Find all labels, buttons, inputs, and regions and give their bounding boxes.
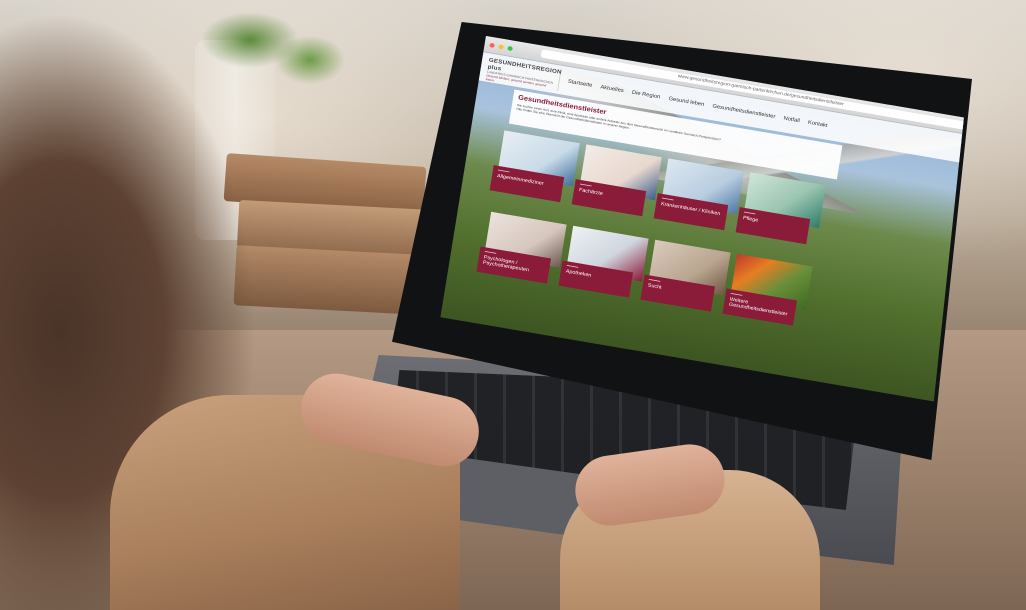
category-tile[interactable]: Apotheken: [558, 225, 649, 305]
close-dot-icon[interactable]: [489, 42, 495, 48]
nav-item[interactable]: Die Region: [632, 90, 661, 100]
nav-item[interactable]: Notfall: [783, 115, 800, 123]
category-tile[interactable]: Fachärzte: [571, 144, 662, 223]
category-tile[interactable]: Weitere Gesundheitsdienstleister: [722, 253, 813, 333]
nav-item[interactable]: Startseite: [568, 79, 593, 88]
category-tile[interactable]: Pflege: [735, 172, 826, 251]
website: www.gesundheitsregion-garmisch-partenkir…: [440, 36, 968, 407]
category-tile[interactable]: Krankenhäuser / Kliniken: [653, 158, 744, 237]
nav-item[interactable]: Gesundheitsdienstleister: [712, 103, 776, 119]
category-tile[interactable]: Sucht: [640, 239, 731, 319]
minimize-dot-icon[interactable]: [498, 43, 504, 50]
nav-item[interactable]: Kontakt: [808, 120, 828, 129]
nav-item[interactable]: Aktuelles: [600, 84, 624, 93]
category-tile[interactable]: Allgemeinmediziner: [489, 130, 580, 209]
maximize-dot-icon[interactable]: [507, 45, 513, 51]
category-tile[interactable]: Psychologen / Psychotherapeuten: [476, 211, 567, 291]
nav-item[interactable]: Gesund leben: [668, 96, 705, 107]
